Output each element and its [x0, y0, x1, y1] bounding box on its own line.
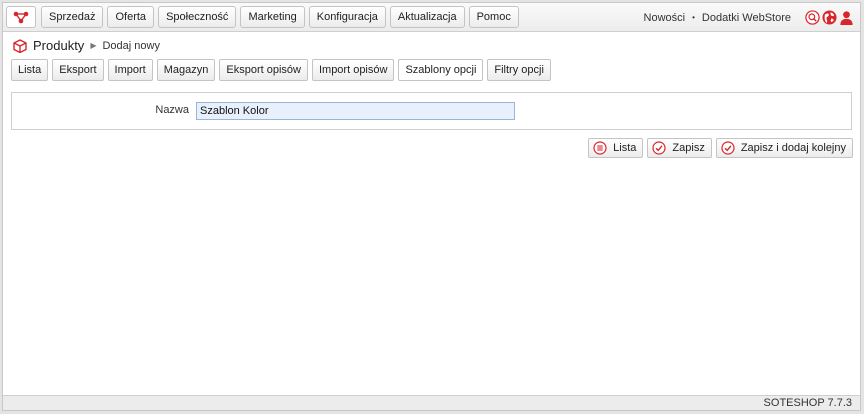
list-button-label: Lista: [613, 142, 637, 154]
nav-konfiguracja[interactable]: Konfiguracja: [308, 6, 386, 28]
separator: •: [692, 13, 695, 22]
breadcrumb-arrow-icon: ▶: [90, 41, 97, 50]
name-label: Nazwa: [155, 104, 189, 116]
list-button[interactable]: Lista: [588, 138, 644, 158]
checkmark-icon: [721, 141, 735, 155]
form-actions: Lista Zapisz Zapisz i dodaj kolejny: [588, 138, 853, 158]
tab-import-opisow[interactable]: Import opisów: [311, 59, 395, 81]
save-and-add-button[interactable]: Zapisz i dodaj kolejny: [715, 138, 853, 158]
nav-oferta[interactable]: Oferta: [107, 6, 155, 28]
nav-aktualizacja[interactable]: Aktualizacja: [389, 6, 465, 28]
breadcrumb: Produkty ▶ Dodaj nowy: [13, 38, 160, 53]
webstore-link[interactable]: Dodatki WebStore: [702, 12, 791, 24]
news-link[interactable]: Nowości: [644, 12, 686, 24]
top-bar: Sprzedaż Oferta Społeczność Marketing Ko…: [3, 3, 860, 32]
tab-eksport-opisow[interactable]: Eksport opisów: [219, 59, 308, 81]
user-icon[interactable]: [838, 10, 854, 26]
save-button-label: Zapisz: [672, 142, 705, 154]
tab-import[interactable]: Import: [107, 59, 153, 81]
save-and-add-button-label: Zapisz i dodaj kolejny: [740, 142, 846, 154]
breadcrumb-products[interactable]: Produkty: [33, 38, 84, 53]
globe-icon[interactable]: [821, 10, 837, 26]
nav-pomoc[interactable]: Pomoc: [468, 6, 519, 28]
nav-spolecznosc[interactable]: Społeczność: [158, 6, 237, 28]
tab-szablony-opcji[interactable]: Szablony opcji: [398, 59, 484, 81]
tab-eksport[interactable]: Eksport: [52, 59, 104, 81]
list-icon: [593, 141, 607, 155]
save-button[interactable]: Zapisz: [647, 138, 712, 158]
footer: SOTESHOP 7.7.3: [3, 395, 860, 410]
main-navigation: Sprzedaż Oferta Społeczność Marketing Ko…: [41, 6, 519, 28]
app-window: Sprzedaż Oferta Społeczność Marketing Ko…: [2, 2, 861, 411]
top-icons: [804, 10, 854, 26]
tab-lista[interactable]: Lista: [11, 59, 49, 81]
form-panel: Nazwa: [11, 92, 852, 130]
soteshop-logo[interactable]: [6, 6, 36, 28]
nav-sprzedaz[interactable]: Sprzedaż: [41, 6, 104, 28]
logo-icon: [13, 11, 29, 24]
top-right-links: Nowości • Dodatki WebStore: [644, 3, 854, 32]
nav-marketing[interactable]: Marketing: [240, 6, 305, 28]
name-input[interactable]: [196, 102, 515, 120]
search-icon[interactable]: [804, 10, 820, 26]
tab-filtry-opcji[interactable]: Filtry opcji: [487, 59, 551, 81]
breadcrumb-current: Dodaj nowy: [102, 39, 160, 52]
product-box-icon: [13, 38, 27, 53]
section-tabs: Lista Eksport Import Magazyn Eksport opi…: [11, 59, 551, 81]
tab-magazyn[interactable]: Magazyn: [156, 59, 216, 81]
checkmark-icon: [652, 141, 667, 155]
version-label: SOTESHOP 7.7.3: [763, 397, 852, 409]
